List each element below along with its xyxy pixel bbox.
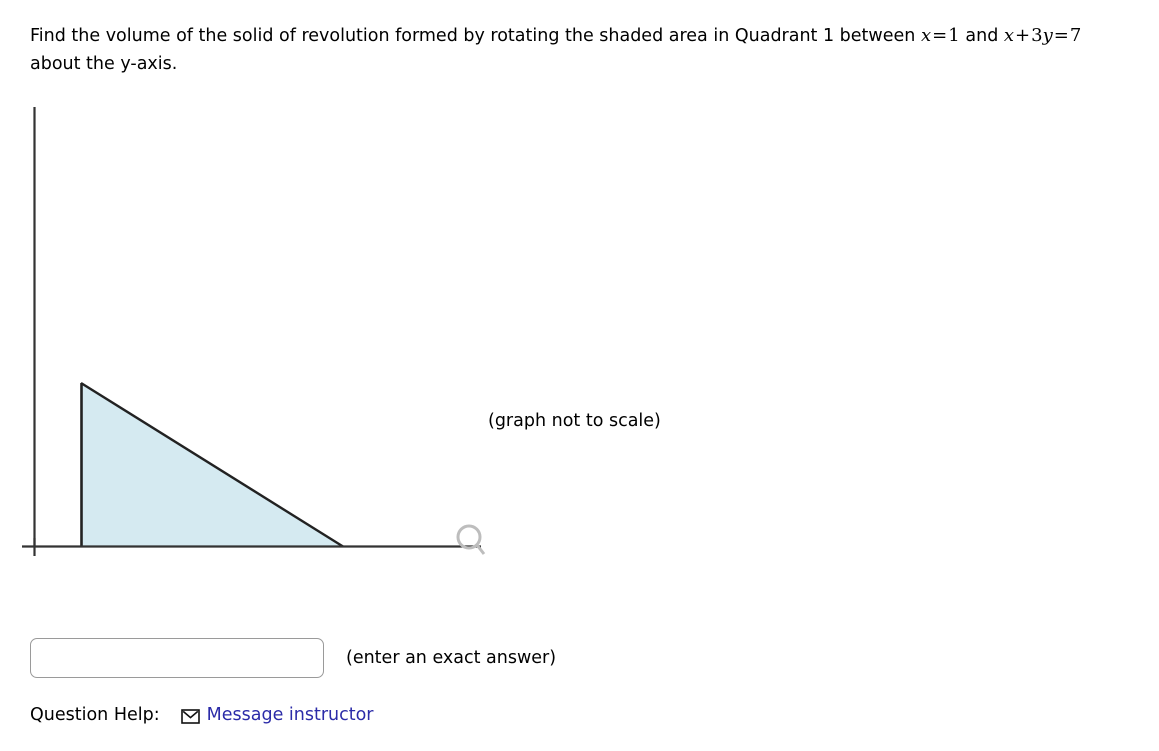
answer-input[interactable] [30,638,324,678]
question-text-line1: Find the volume of the solid of revoluti… [30,26,916,46]
math-expression-line: x+3y=7 [1003,25,1082,46]
graph-scale-note: (graph not to scale) [488,411,661,431]
answer-hint: (enter an exact answer) [346,648,557,668]
answer-row: (enter an exact answer) [30,638,556,678]
graph-canvas[interactable] [0,95,720,575]
question-help-row: Question Help: Message instructor [30,705,374,725]
graph-figure: (graph not to scale) [0,95,720,575]
envelope-icon [180,708,200,724]
math-expression-x-equals-1: x=1 [920,25,960,46]
question-text-conjunction: and [965,26,1004,46]
question-prompt: Find the volume of the solid of revoluti… [30,22,1090,78]
message-instructor-link[interactable]: Message instructor [180,705,374,725]
question-text-line2-tail: about the y-axis. [30,54,178,74]
question-help-label: Question Help: [30,705,160,725]
magnifier-icon[interactable] [456,524,486,555]
message-instructor-label: Message instructor [206,705,374,725]
